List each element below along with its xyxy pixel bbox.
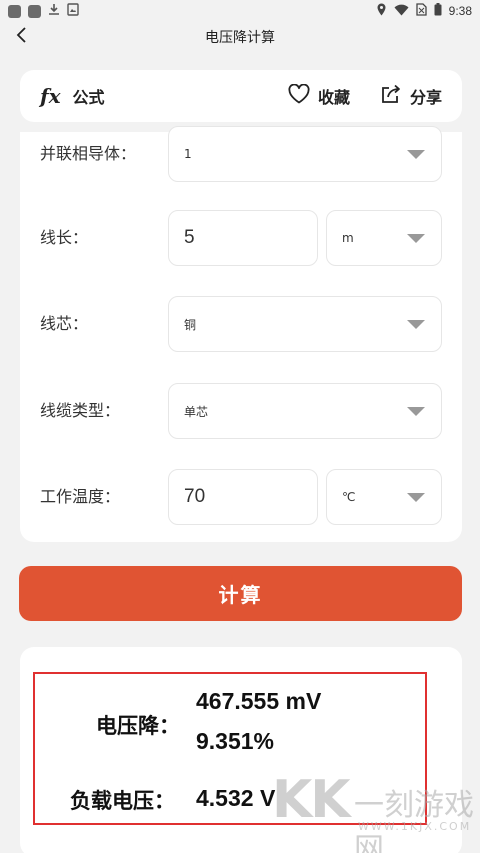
temperature-row: 工作温度： 70 ℃ (20, 469, 462, 525)
core-select[interactable]: 铜 (168, 296, 442, 352)
location-icon (376, 3, 387, 19)
length-row: 线长： 5 m (20, 210, 462, 266)
chevron-down-icon (407, 320, 425, 329)
share-label: 分享 (409, 88, 442, 107)
parallel-conductors-value: 1 (184, 147, 192, 161)
temperature-value: 70 (184, 486, 206, 507)
voltage-drop-value: 467.555 mV (196, 688, 322, 714)
chevron-down-icon (407, 493, 425, 502)
formula-button[interactable]: 公式 (73, 84, 105, 108)
parallel-conductors-label: 并联相导体： (40, 144, 137, 163)
temperature-input[interactable]: 70 (168, 469, 318, 525)
status-bar-right: 9:38 (376, 3, 472, 19)
share-button[interactable]: 分享 (380, 84, 442, 108)
heart-icon (288, 83, 310, 108)
title-bar: 电压降计算 (0, 22, 480, 52)
parallel-conductors-row: 并联相导体： 1 (20, 126, 462, 182)
back-button[interactable] (10, 24, 34, 50)
length-label: 线长： (40, 228, 89, 247)
load-voltage-value: 4.532 V (196, 785, 276, 811)
voltage-drop-percent: 9.351% (196, 728, 275, 754)
length-value: 5 (184, 227, 195, 248)
download-icon (48, 3, 60, 19)
sim-icon (415, 3, 427, 19)
cable-type-label: 线缆类型： (40, 401, 121, 420)
core-row: 线芯： 铜 (20, 296, 462, 352)
formula-icon: fx (40, 84, 61, 108)
parameter-form: 并联相导体： 1 线长： 5 m 线芯： 铜 线缆类型： 单芯 工作温度： 70… (20, 126, 462, 542)
favorite-label: 收藏 (317, 88, 350, 107)
cable-type-row: 线缆类型： 单芯 (20, 383, 462, 439)
status-bar: 9:38 (0, 0, 480, 22)
cable-type-value: 单芯 (184, 404, 209, 419)
action-bar: fx 公式 收藏 分享 (20, 70, 462, 122)
length-unit-select[interactable]: m (326, 210, 442, 266)
temperature-unit-value: ℃ (342, 490, 356, 504)
status-bar-left (8, 3, 79, 19)
calculate-button[interactable]: 计算 (19, 566, 462, 621)
parallel-conductors-select[interactable]: 1 (168, 126, 442, 182)
voltage-drop-label: 电压降： (96, 714, 180, 738)
length-unit-value: m (342, 231, 354, 245)
core-value: 铜 (184, 317, 197, 332)
app-icon (8, 4, 21, 18)
core-label: 线芯： (40, 314, 89, 333)
temperature-label: 工作温度： (40, 487, 121, 506)
length-input[interactable]: 5 (168, 210, 318, 266)
battery-icon (434, 3, 442, 19)
chevron-left-icon (16, 27, 28, 47)
favorite-button[interactable]: 收藏 (288, 83, 350, 108)
wifi-icon (394, 4, 409, 19)
chevron-down-icon (407, 407, 425, 416)
temperature-unit-select[interactable]: ℃ (326, 469, 442, 525)
cable-type-select[interactable]: 单芯 (168, 383, 442, 439)
share-icon (380, 84, 402, 108)
app-icon (28, 4, 41, 18)
chevron-down-icon (407, 234, 425, 243)
page-title: 电压降计算 (205, 30, 275, 46)
chevron-down-icon (407, 150, 425, 159)
status-time: 9:38 (448, 4, 472, 18)
image-icon (67, 3, 79, 19)
load-voltage-label: 负载电压： (70, 789, 175, 813)
